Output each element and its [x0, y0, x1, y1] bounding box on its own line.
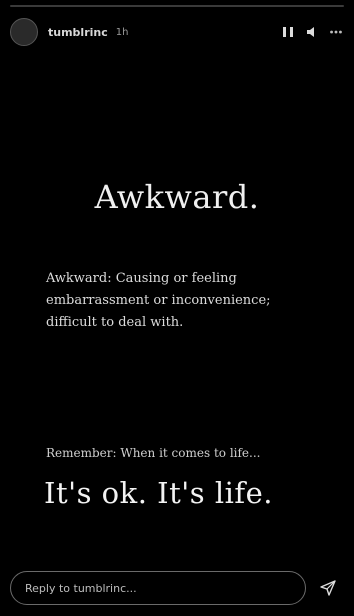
story-title: Awkward.: [94, 178, 260, 216]
mute-icon-svg: [307, 27, 314, 37]
username[interactable]: tumblrinc: [48, 26, 108, 39]
story-big-line: It's ok. It's life.: [44, 476, 273, 510]
story-quote: Remember: When it comes to life...: [46, 446, 261, 460]
header-actions: [280, 24, 344, 40]
send-icon-svg: [320, 580, 336, 596]
more-icon[interactable]: [328, 24, 344, 40]
mute-icon[interactable]: [304, 24, 320, 40]
story-header: tumblrinc 1h: [10, 18, 344, 46]
timestamp: 1h: [115, 26, 129, 38]
reply-footer: [10, 570, 344, 606]
avatar[interactable]: [10, 18, 38, 46]
send-icon[interactable]: [312, 571, 344, 605]
story-progress-bar: [10, 5, 344, 7]
reply-input[interactable]: [10, 571, 306, 605]
pause-icon-svg: [283, 27, 293, 37]
pause-icon[interactable]: [280, 24, 296, 40]
more-icon-svg: [330, 30, 342, 34]
story-body: Awkward: Causing or feeling embarrassmen…: [46, 271, 271, 330]
